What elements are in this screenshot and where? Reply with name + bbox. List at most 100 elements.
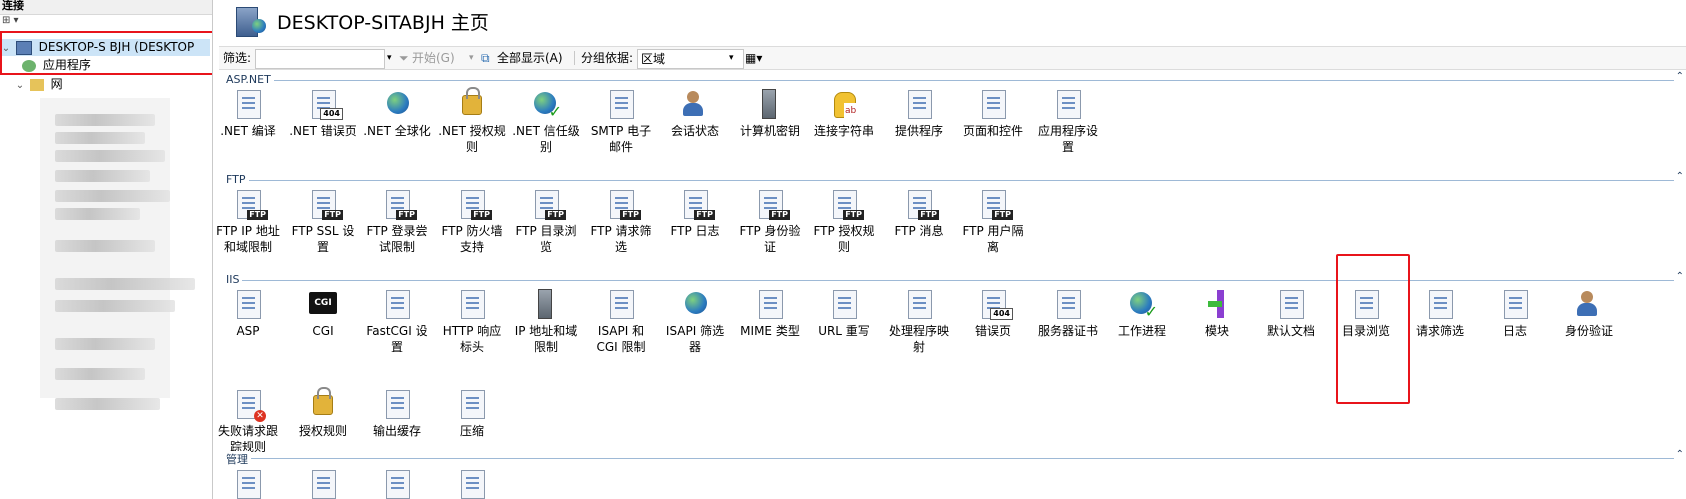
funnel-icon: ⏷ <box>399 51 409 65</box>
feature-label: 处理程序映射 <box>888 324 949 354</box>
show-all-button[interactable]: 全部显示(A) <box>497 47 563 69</box>
feature-ftp-authorization[interactable]: FTP FTP 授权规则 <box>809 188 879 255</box>
management-feature-icon <box>456 468 488 499</box>
logging-icon <box>1499 288 1531 320</box>
management-feature-icon <box>381 468 413 499</box>
feature-net-error-pages[interactable]: 404 .NET 错误页 <box>288 88 358 139</box>
feature-ftp-logging[interactable]: FTP FTP 日志 <box>660 188 730 239</box>
feature-ftp-logon-attempts[interactable]: FTP FTP 登录尝试限制 <box>362 188 432 255</box>
feature-worker-processes[interactable]: ✓ 工作进程 <box>1107 288 1177 339</box>
management-feature[interactable] <box>362 468 432 499</box>
feature-label: FTP 目录浏览 <box>515 224 577 254</box>
management-feature-icon <box>232 468 264 499</box>
url-rewrite-icon <box>828 288 860 320</box>
feature-label: 压缩 <box>459 424 484 438</box>
feature-modules[interactable]: 模块 <box>1182 288 1252 339</box>
feature-url-rewrite[interactable]: URL 重写 <box>809 288 879 339</box>
feature-net-compilation[interactable]: .NET 编译 <box>213 88 283 139</box>
feature-session-state[interactable]: 会话状态 <box>660 88 730 139</box>
collapse-group-icon[interactable]: ⌃ <box>1676 71 1684 82</box>
feature-label: .NET 编译 <box>220 124 276 138</box>
feature-ftp-directory-browsing[interactable]: FTP FTP 目录浏览 <box>511 188 581 255</box>
feature-error-pages[interactable]: 404 错误页 <box>958 288 1028 339</box>
feature-label: 页面和控件 <box>962 124 1023 138</box>
feature-ftp-messages[interactable]: FTP FTP 消息 <box>884 188 954 239</box>
feature-authorization-rules[interactable]: 授权规则 <box>288 387 358 439</box>
feature-pages-controls[interactable]: 页面和控件 <box>958 88 1028 139</box>
isapi-filters-icon <box>679 288 711 320</box>
feature-compression[interactable]: 压缩 <box>437 388 507 439</box>
collapse-group-icon[interactable]: ⌃ <box>1676 449 1684 460</box>
feature-isapi-filters[interactable]: ISAPI 筛选器 <box>660 288 730 355</box>
filter-dropdown-icon[interactable]: ▾ <box>387 47 392 69</box>
group-header[interactable]: FTP ⌃ <box>223 171 1686 188</box>
feature-failed-request-tracing[interactable]: ✕ 失败请求跟踪规则 <box>213 388 283 455</box>
tree-node-sites[interactable]: ⌄ 网 <box>14 76 63 93</box>
collapse-group-icon[interactable]: ⌃ <box>1676 271 1684 282</box>
group-name: 管理 <box>226 451 251 467</box>
feature-smtp-email[interactable]: SMTP 电子邮件 <box>586 88 656 155</box>
feature-fastcgi[interactable]: FastCGI 设置 <box>362 288 432 355</box>
net-globalization-icon <box>381 88 413 120</box>
feature-isapi-cgi-restrictions[interactable]: ISAPI 和 CGI 限制 <box>586 288 656 355</box>
globe-icon <box>252 19 266 33</box>
app-settings-icon <box>1052 88 1084 120</box>
connections-toolbar[interactable]: ⊞ ▾ <box>0 15 212 31</box>
feature-mime-types[interactable]: MIME 类型 <box>735 288 805 339</box>
features-view: DESKTOP-SITABJH 主页 筛选: ▾ ⏷ 开始(G) ▾ ⧉ 全部显… <box>213 0 1686 499</box>
feature-net-globalization[interactable]: .NET 全球化 <box>362 88 432 139</box>
feature-ftp-authentication[interactable]: FTP FTP 身份验证 <box>735 188 805 255</box>
feature-net-trust-levels[interactable]: ✓ .NET 信任级别 <box>511 88 581 155</box>
ftp-user-isolation-icon: FTP <box>977 188 1013 220</box>
group-header[interactable]: ASP.NET ⌃ <box>223 71 1686 88</box>
feature-default-document[interactable]: 默认文档 <box>1256 288 1326 339</box>
feature-output-caching[interactable]: 输出缓存 <box>362 388 432 439</box>
feature-asp[interactable]: ASP <box>213 288 283 339</box>
collapse-group-icon[interactable]: ⌃ <box>1676 171 1684 182</box>
management-feature[interactable] <box>288 468 358 499</box>
feature-server-certificates[interactable]: 服务器证书 <box>1033 288 1103 339</box>
filter-toolbar: 筛选: ▾ ⏷ 开始(G) ▾ ⧉ 全部显示(A) 分组依据: 区域 ▾ ▦▾ <box>219 46 1686 70</box>
feature-ftp-user-isolation[interactable]: FTP FTP 用户隔离 <box>958 188 1028 255</box>
feature-label: FTP 防火墙支持 <box>441 224 503 254</box>
feature-app-settings[interactable]: 应用程序设置 <box>1033 88 1103 155</box>
start-button[interactable]: 开始(G) <box>412 47 455 69</box>
group-by-dropdown-icon[interactable]: ▾ <box>729 47 734 69</box>
feature-handler-mappings[interactable]: 处理程序映射 <box>884 288 954 355</box>
group-by-select[interactable]: 区域 <box>637 49 744 69</box>
cgi-icon: CGI <box>307 288 339 320</box>
collapse-icon[interactable]: ⌄ <box>14 77 26 94</box>
net-compilation-icon <box>232 88 264 120</box>
feature-ip-restrictions[interactable]: IP 地址和域限制 <box>511 288 581 355</box>
feature-machine-key[interactable]: 计算机密钥 <box>735 88 805 139</box>
start-dropdown-icon[interactable]: ▾ <box>469 47 474 69</box>
feature-ftp-ssl[interactable]: FTP FTP SSL 设置 <box>288 188 358 255</box>
management-feature[interactable] <box>437 468 507 499</box>
feature-connection-strings[interactable]: 连接字符串 <box>809 88 879 139</box>
toolbar-separator <box>574 51 575 65</box>
filter-input[interactable] <box>255 49 385 69</box>
feature-net-authorization-rules[interactable]: .NET 授权规则 <box>437 87 507 155</box>
feature-http-headers[interactable]: HTTP 响应标头 <box>437 288 507 355</box>
management-feature[interactable] <box>213 468 283 499</box>
request-filtering-icon <box>1424 288 1456 320</box>
feature-label: 请求筛选 <box>1415 324 1464 338</box>
feature-label: .NET 授权规则 <box>438 124 506 154</box>
feature-ftp-ip-restrictions[interactable]: FTP FTP IP 地址和域限制 <box>213 188 283 255</box>
feature-request-filtering[interactable]: 请求筛选 <box>1405 288 1475 339</box>
feature-label: SMTP 电子邮件 <box>590 124 652 154</box>
show-all-icon: ⧉ <box>481 51 490 65</box>
feature-label: 提供程序 <box>894 124 943 138</box>
feature-cgi[interactable]: CGI CGI <box>288 288 358 339</box>
feature-providers[interactable]: 提供程序 <box>884 88 954 139</box>
management-feature-icon <box>307 468 339 499</box>
feature-label: ISAPI 和 CGI 限制 <box>596 324 646 354</box>
feature-ftp-firewall[interactable]: FTP FTP 防火墙支持 <box>437 188 507 255</box>
feature-logging[interactable]: 日志 <box>1480 288 1550 339</box>
view-mode-icon[interactable]: ▦▾ <box>745 47 762 69</box>
feature-ftp-request-filtering[interactable]: FTP FTP 请求筛选 <box>586 188 656 255</box>
feature-authentication[interactable]: 身份验证 <box>1554 288 1624 339</box>
group-header[interactable]: 管理 ⌃ <box>223 449 1686 467</box>
group-header[interactable]: IIS ⌃ <box>223 271 1686 288</box>
net-authorization-rules-icon <box>456 87 488 120</box>
